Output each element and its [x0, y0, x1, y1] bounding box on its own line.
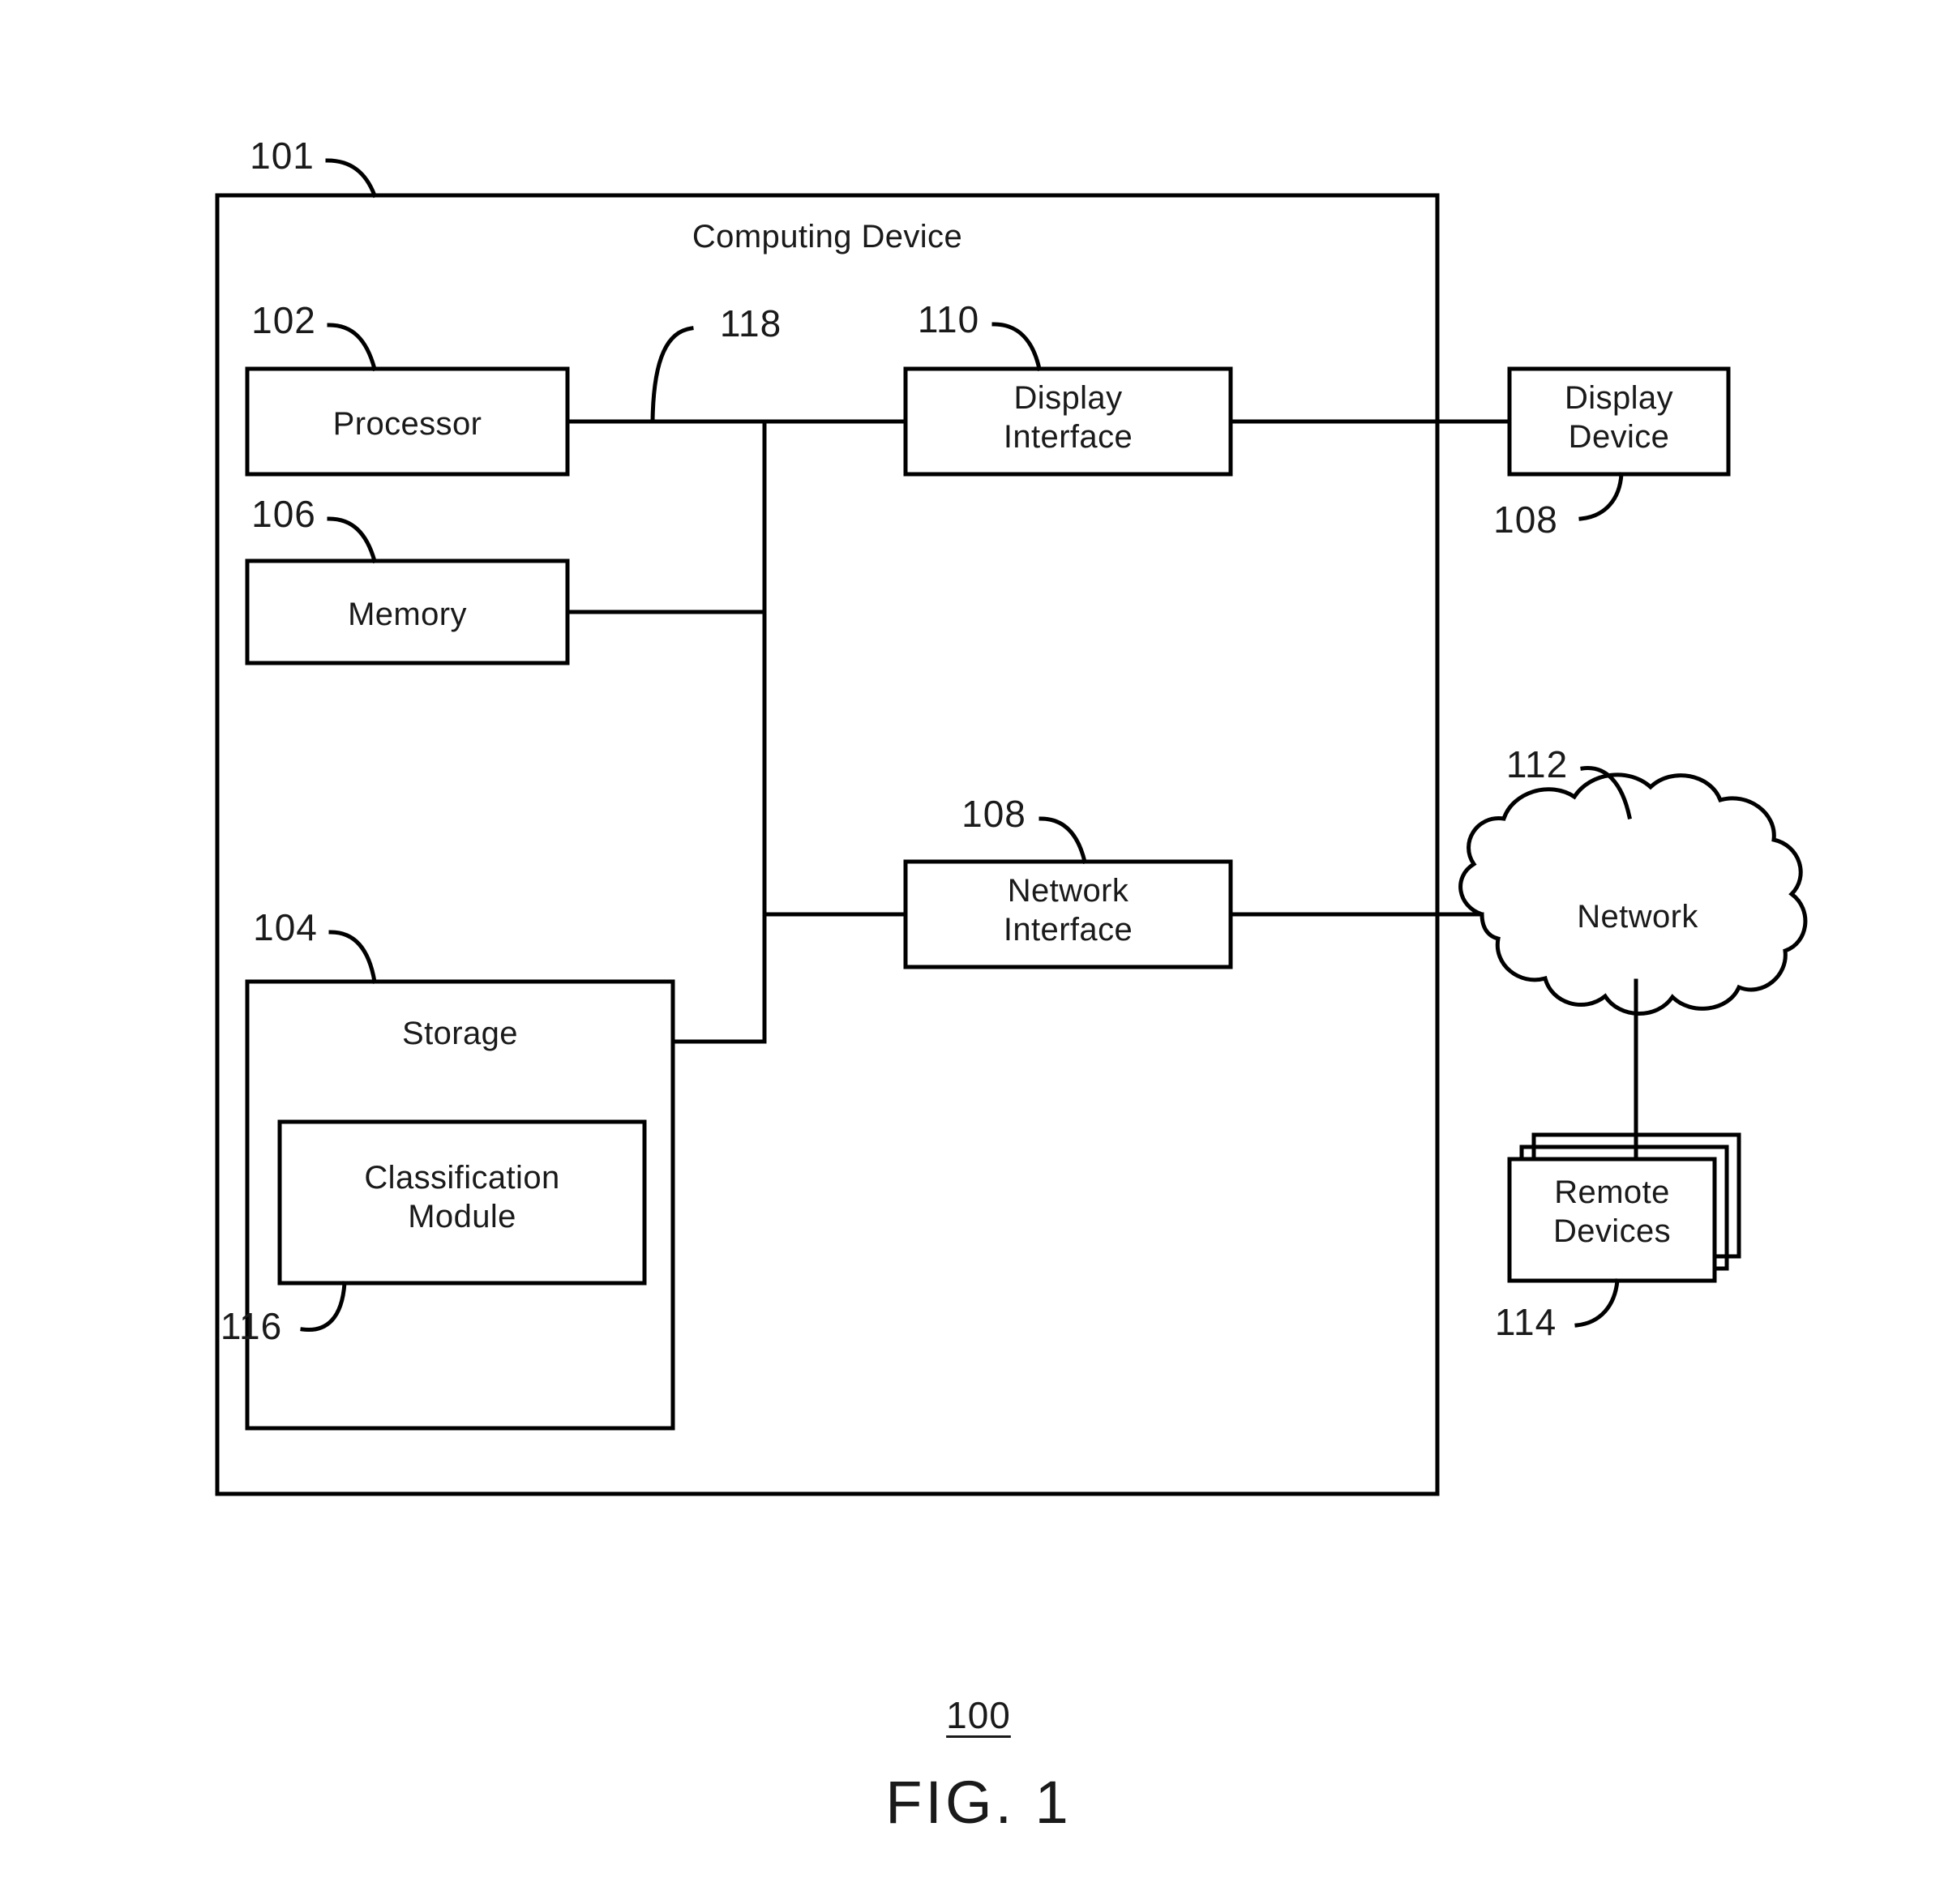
figure-caption: FIG. 1: [885, 1769, 1072, 1836]
display-interface-block[interactable]: [906, 369, 1231, 474]
ref-101: 101: [250, 135, 315, 177]
ref-112: 112: [1505, 743, 1569, 785]
display-device-block[interactable]: [1510, 369, 1728, 474]
patent-figure-1: Computing Device Processor Memory Storag…: [0, 0, 1957, 1904]
remote-devices-block[interactable]: [1510, 1135, 1739, 1281]
lead-108-display-device: [1578, 472, 1624, 521]
ref-114: 114: [1494, 1301, 1557, 1343]
figure-reference-number: 100: [946, 1694, 1011, 1736]
network-interface-block[interactable]: [906, 862, 1231, 967]
classification-module-block[interactable]: [280, 1122, 644, 1283]
lead-114: [1574, 1278, 1620, 1328]
processor-block[interactable]: [247, 369, 567, 474]
lead-101: [325, 158, 378, 199]
network-cloud-block[interactable]: [1471, 811, 1808, 993]
ref-108-display-device: 108: [1493, 498, 1558, 541]
memory-block[interactable]: [247, 561, 567, 663]
